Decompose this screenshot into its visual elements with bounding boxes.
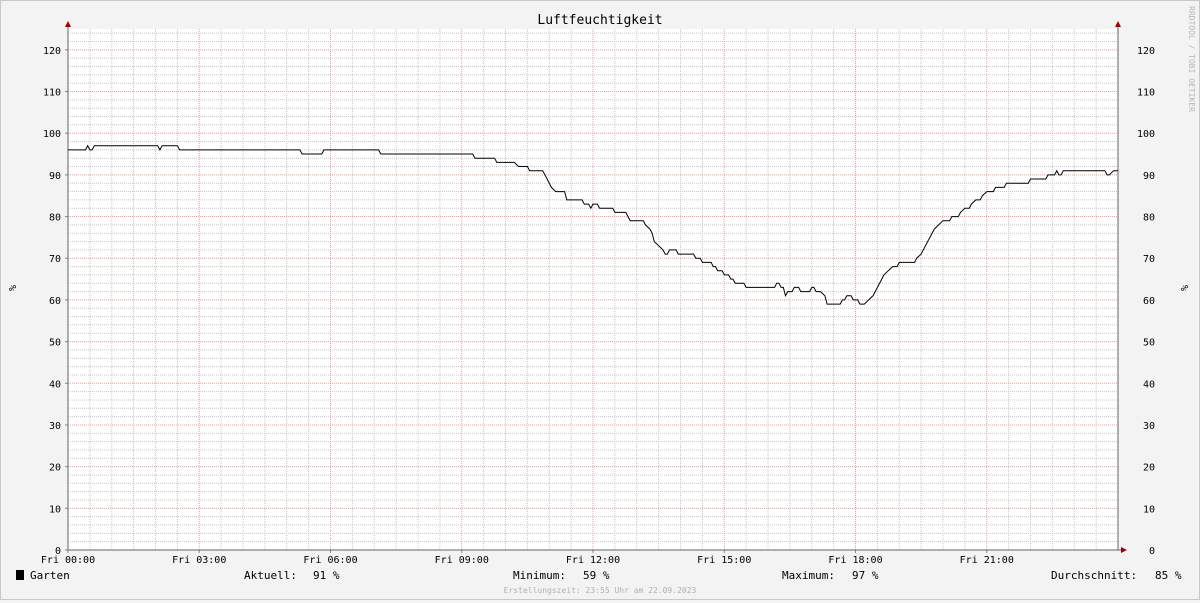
y-tick-label-right: 0	[1149, 546, 1155, 557]
maximum-label: Maximum:	[782, 569, 835, 582]
y-tick-label-right: 40	[1143, 379, 1155, 390]
legend: Garten Aktuell: 91 % Minimum: 59 % Maxim…	[16, 569, 1182, 582]
creation-timestamp: Erstellungszeit: 23:55 Uhr am 22.09.2023	[504, 586, 697, 595]
average-label: Durchschnitt:	[1051, 569, 1137, 582]
y-tick-label-right: 20	[1143, 463, 1155, 474]
y-tick-label-left: 60	[49, 296, 61, 307]
y-tick-label-left: 110	[43, 88, 61, 99]
legend-swatch-garten	[16, 570, 24, 580]
y-axis-arrow-right	[1115, 21, 1121, 27]
y-tick-label-right: 30	[1143, 421, 1155, 432]
y-tick-label-left: 120	[43, 46, 61, 57]
average-value: 85 %	[1155, 569, 1182, 582]
x-axis-arrow	[1121, 547, 1127, 553]
x-tick-label: Fri 21:00	[960, 555, 1014, 566]
x-tick-label: Fri 09:00	[435, 555, 489, 566]
x-tick-label: Fri 15:00	[697, 555, 751, 566]
y-tick-label-left: 70	[49, 254, 61, 265]
x-tick-label: Fri 00:00	[41, 555, 95, 566]
current-value: 91 %	[313, 569, 340, 582]
y-tick-label-left: 30	[49, 421, 61, 432]
humidity-chart: Luftfeuchtigkeit RRDTOOL / TOBI OETIKER …	[6, 6, 1196, 595]
chart-title: Luftfeuchtigkeit	[537, 13, 662, 28]
y-tick-label-left: 50	[49, 338, 61, 349]
minimum-value: 59 %	[583, 569, 610, 582]
y-tick-label-right: 10	[1143, 504, 1155, 515]
y-tick-label-left: 40	[49, 379, 61, 390]
plot-area: 0 010 1020 2030 3040 4050 5060 6070 7080 8090 9010…	[41, 21, 1155, 566]
y-tick-label-left: 90	[49, 171, 61, 182]
y-tick-label-left: 80	[49, 213, 61, 224]
x-tick-label: Fri 12:00	[566, 555, 620, 566]
y-tick-label-right: 100	[1137, 129, 1155, 140]
y-axis-arrow-left	[65, 21, 71, 27]
y-tick-label-right: 120	[1137, 46, 1155, 57]
current-label: Aktuell:	[244, 569, 297, 582]
legend-series-name: Garten	[30, 569, 70, 582]
y-tick-label-right: 90	[1143, 171, 1155, 182]
y-tick-label-right: 60	[1143, 296, 1155, 307]
y-axis-label-right: %	[1178, 285, 1189, 291]
y-tick-label-right: 50	[1143, 338, 1155, 349]
y-tick-label-left: 10	[49, 504, 61, 515]
maximum-value: 97 %	[852, 569, 879, 582]
x-tick-label: Fri 18:00	[828, 555, 882, 566]
rrdtool-watermark: RRDTOOL / TOBI OETIKER	[1187, 6, 1196, 112]
y-axis-label-left: %	[6, 285, 17, 291]
x-tick-label: Fri 03:00	[172, 555, 226, 566]
chart-frame: Luftfeuchtigkeit RRDTOOL / TOBI OETIKER …	[0, 0, 1200, 600]
minimum-label: Minimum:	[513, 569, 566, 582]
y-tick-label-right: 110	[1137, 88, 1155, 99]
x-tick-label: Fri 06:00	[303, 555, 357, 566]
y-tick-label-right: 70	[1143, 254, 1155, 265]
y-tick-label-left: 20	[49, 463, 61, 474]
y-tick-label-right: 80	[1143, 213, 1155, 224]
y-tick-label-left: 100	[43, 129, 61, 140]
